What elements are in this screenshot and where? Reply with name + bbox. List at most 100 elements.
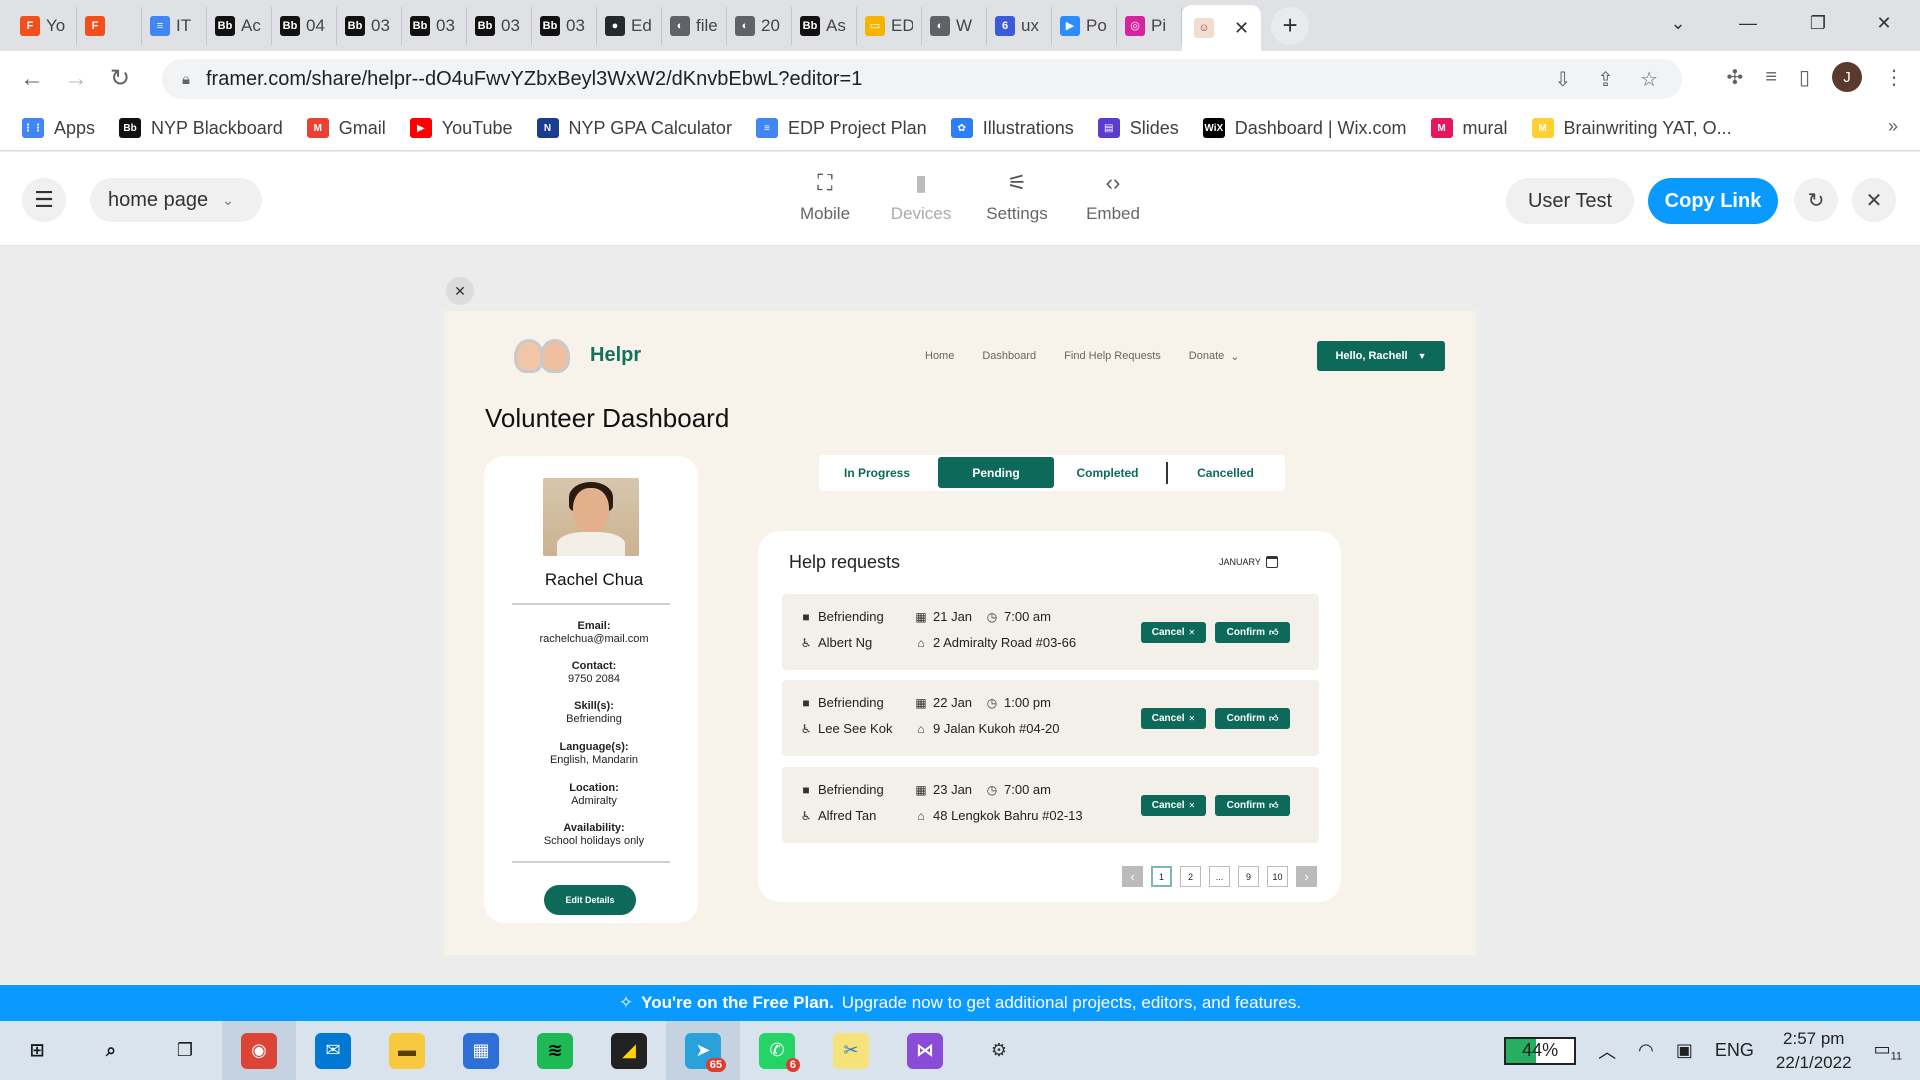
- page-selector[interactable]: home page ⌄: [90, 178, 262, 222]
- back-icon[interactable]: ←: [10, 65, 54, 93]
- clock[interactable]: 2:57 pm 22/1/2022: [1776, 1027, 1852, 1075]
- browser-tab[interactable]: ◎ Pi: [1117, 6, 1182, 45]
- browser-tab[interactable]: Bb 03: [402, 6, 467, 45]
- user-menu-button[interactable]: Hello, Rachell ▼: [1317, 341, 1445, 371]
- restore-button[interactable]: ❐: [1790, 0, 1846, 46]
- reading-list-icon[interactable]: ≡: [1765, 66, 1777, 89]
- helpr-logo[interactable]: Helpr: [514, 335, 641, 375]
- wifi-icon[interactable]: ◠: [1638, 1040, 1654, 1061]
- language-indicator[interactable]: ENG: [1715, 1040, 1754, 1061]
- page-9[interactable]: 9: [1238, 866, 1259, 887]
- close-preview-icon[interactable]: ✕: [446, 277, 474, 305]
- forward-icon[interactable]: →: [54, 65, 98, 93]
- browser-tab[interactable]: Bb Ac: [207, 6, 272, 45]
- refresh-icon[interactable]: ↻: [1794, 178, 1838, 222]
- browser-tab[interactable]: ▶ Po: [1052, 6, 1117, 45]
- browser-tab[interactable]: Bb 03: [532, 6, 597, 45]
- bookmark-item[interactable]: ⋮⋮ Apps: [22, 118, 95, 139]
- browser-tab[interactable]: 6 ux: [987, 6, 1052, 45]
- page-10[interactable]: 10: [1267, 866, 1288, 887]
- bookmark-star-icon[interactable]: ☆: [1640, 67, 1658, 92]
- copy-link-button[interactable]: Copy Link: [1648, 178, 1778, 224]
- user-test-button[interactable]: User Test: [1506, 178, 1634, 224]
- cancel-button[interactable]: Cancel ✕: [1141, 795, 1206, 816]
- taskbar-settings[interactable]: ⚙: [962, 1021, 1036, 1080]
- taskbar-mail[interactable]: ✉: [296, 1021, 370, 1080]
- next-page-icon[interactable]: ›: [1296, 866, 1317, 887]
- browser-tab[interactable]: Bb 04: [272, 6, 337, 45]
- bookmark-item[interactable]: M Brainwriting YAT, O...: [1531, 118, 1732, 139]
- share-icon[interactable]: ⇪: [1597, 67, 1614, 92]
- browser-tab[interactable]: Bb As: [792, 6, 857, 45]
- browser-tab[interactable]: ≡ IT: [142, 6, 207, 45]
- reload-icon[interactable]: ↻: [98, 64, 142, 93]
- taskbar-search[interactable]: ⌕: [74, 1021, 148, 1080]
- taskbar-whatsapp[interactable]: ✆ 6: [740, 1021, 814, 1080]
- bookmark-item[interactable]: ✿ Illustrations: [950, 118, 1074, 139]
- browser-tab[interactable]: ◐ file: [662, 6, 727, 45]
- notification-center-icon[interactable]: ▭11: [1874, 1039, 1902, 1063]
- tool-embed[interactable]: ‹› Embed: [1078, 170, 1148, 224]
- page-2[interactable]: 2: [1180, 866, 1201, 887]
- extensions-puzzle-icon[interactable]: ✣: [1727, 65, 1744, 90]
- bookmark-item[interactable]: Mmural: [1430, 118, 1508, 139]
- close-icon[interactable]: ✕: [1852, 178, 1896, 222]
- bookmark-item[interactable]: M Gmail: [306, 118, 386, 139]
- bookmarks-overflow-icon[interactable]: »: [1888, 116, 1898, 137]
- month-picker[interactable]: JANUARY: [1219, 556, 1278, 568]
- tab-pending[interactable]: Pending: [938, 457, 1054, 488]
- cancel-button[interactable]: Cancel ✕: [1141, 622, 1206, 643]
- tab-search-icon[interactable]: ⌄: [1650, 0, 1706, 46]
- chevron-up-icon[interactable]: ︿: [1598, 1038, 1616, 1064]
- page-1[interactable]: 1: [1151, 866, 1172, 887]
- browser-tab[interactable]: ▭ ED: [857, 6, 922, 45]
- active-tab[interactable]: ☺ ✕: [1182, 5, 1262, 51]
- taskbar-visual-studio[interactable]: ⋈: [888, 1021, 962, 1080]
- bookmark-item[interactable]: ≡ EDP Project Plan: [755, 118, 927, 139]
- hamburger-menu-icon[interactable]: ☰: [22, 178, 66, 222]
- tab-completed[interactable]: Completed: [1051, 455, 1164, 491]
- browser-tab[interactable]: F: [77, 6, 142, 45]
- omnibox[interactable]: 🔒︎ framer.com/share/helpr--dO4uFwvYZbxBe…: [162, 59, 1682, 99]
- close-tab-icon[interactable]: ✕: [1234, 18, 1249, 39]
- browser-tab[interactable]: ● Ed: [597, 6, 662, 45]
- taskbar-chrome[interactable]: ◉: [222, 1021, 296, 1080]
- taskbar-telegram[interactable]: ➤ 65: [666, 1021, 740, 1080]
- install-icon[interactable]: ⇩: [1555, 67, 1572, 92]
- browser-tab[interactable]: Bb 03: [467, 6, 532, 45]
- meet-now-icon[interactable]: ▣: [1676, 1040, 1693, 1061]
- nav-link-find-help-requests[interactable]: Find Help Requests: [1064, 350, 1161, 363]
- cancel-button[interactable]: Cancel ✕: [1141, 708, 1206, 729]
- bookmark-item[interactable]: ▶ YouTube: [409, 118, 513, 139]
- more-menu-icon[interactable]: ⋮: [1884, 65, 1904, 90]
- url-text[interactable]: framer.com/share/helpr--dO4uFwvYZbxBeyl3…: [206, 68, 862, 91]
- bookmark-item[interactable]: WiX Dashboard | Wix.com: [1202, 118, 1407, 139]
- bookmark-item[interactable]: N NYP GPA Calculator: [536, 118, 732, 139]
- taskbar-microsoft-store[interactable]: ▦: [444, 1021, 518, 1080]
- browser-tab[interactable]: F Yo: [12, 6, 77, 45]
- side-panel-icon[interactable]: ▯: [1799, 65, 1810, 90]
- tab-in-progress[interactable]: In Progress: [819, 455, 935, 491]
- taskbar-snipping-tool[interactable]: ✂: [814, 1021, 888, 1080]
- tab-cancelled[interactable]: Cancelled: [1166, 455, 1285, 491]
- taskbar-sticky-notes[interactable]: ◢: [592, 1021, 666, 1080]
- free-plan-banner[interactable]: ✧ You're on the Free Plan. Upgrade now t…: [0, 985, 1920, 1021]
- taskbar-file-explorer[interactable]: ▬: [370, 1021, 444, 1080]
- nav-link-donate[interactable]: Donate: [1189, 350, 1224, 363]
- tool-settings[interactable]: ⚟ Settings: [982, 170, 1052, 224]
- new-tab-button[interactable]: +: [1271, 6, 1310, 45]
- bookmark-item[interactable]: Bb NYP Blackboard: [119, 118, 283, 139]
- nav-link-home[interactable]: Home: [925, 350, 954, 363]
- confirm-button[interactable]: Confirm 👍︎: [1215, 708, 1290, 729]
- browser-tab[interactable]: ◐ W: [922, 6, 987, 45]
- taskbar-spotify[interactable]: ≋: [518, 1021, 592, 1080]
- confirm-button[interactable]: Confirm 👍︎: [1215, 622, 1290, 643]
- close-window-button[interactable]: ✕: [1856, 0, 1912, 46]
- prev-page-icon[interactable]: ‹: [1122, 866, 1143, 887]
- browser-tab[interactable]: Bb 03: [337, 6, 402, 45]
- battery-indicator[interactable]: 44%: [1504, 1036, 1577, 1065]
- edit-details-button[interactable]: Edit Details: [544, 885, 636, 915]
- taskbar-task-view[interactable]: ❐: [148, 1021, 222, 1080]
- bookmark-item[interactable]: ▤ Slides: [1097, 118, 1179, 139]
- confirm-button[interactable]: Confirm 👍︎: [1215, 795, 1290, 816]
